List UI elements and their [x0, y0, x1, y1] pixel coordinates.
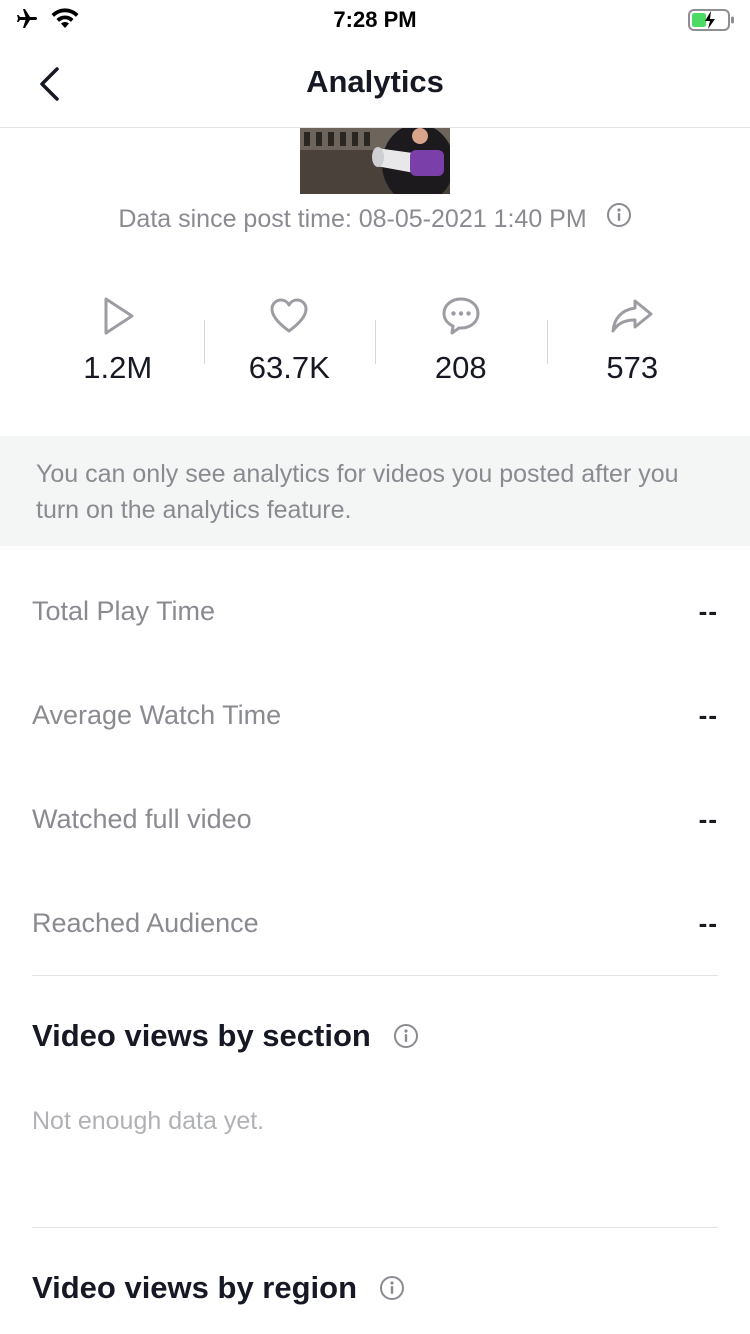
stat-value: 1.2M: [83, 350, 153, 385]
status-bar: 7:28 PM: [0, 0, 750, 40]
comment-icon: [440, 292, 482, 340]
metric-total-play-time: Total Play Time --: [32, 591, 718, 631]
stat-value: 63.7K: [248, 350, 330, 385]
info-icon[interactable]: [393, 1023, 419, 1049]
metric-value: --: [698, 699, 718, 730]
stat-likes: 63.7K: [203, 292, 376, 392]
play-icon: [98, 292, 138, 340]
share-icon: [609, 292, 655, 340]
video-thumbnail[interactable]: [300, 128, 450, 194]
nav-bar: Analytics: [0, 40, 750, 128]
stat-comments: 208: [375, 292, 547, 392]
metric-label: Total Play Time: [32, 595, 216, 626]
stat-value: 573: [606, 350, 659, 385]
section-title-by-section: Video views by section: [32, 1018, 419, 1054]
metric-value: --: [698, 595, 718, 626]
heart-icon: [268, 292, 310, 340]
data-since-text: Data since post time: 08-05-2021 1:40 PM: [118, 205, 587, 233]
stats-row: 1.2M 63.7K 208 573: [32, 292, 718, 392]
metric-label: Watched full video: [32, 803, 252, 834]
stat-shares: 573: [546, 292, 719, 392]
metric-watched-full-video: Watched full video --: [32, 799, 718, 839]
metric-value: --: [698, 907, 718, 938]
status-time: 7:28 PM: [333, 7, 417, 32]
battery-icon: [688, 8, 736, 37]
divider: [32, 1227, 718, 1228]
section-title-by-region: Video views by region: [32, 1270, 405, 1306]
divider: [32, 975, 718, 976]
info-icon[interactable]: [379, 1275, 405, 1301]
stat-value: 208: [434, 350, 487, 385]
section-title-text: Video views by section: [32, 1018, 371, 1053]
info-icon[interactable]: [606, 202, 632, 235]
stat-views: 1.2M: [32, 292, 204, 392]
data-since-row: Data since post time: 08-05-2021 1:40 PM: [0, 202, 750, 235]
empty-state-text: Not enough data yet.: [32, 1107, 265, 1135]
metric-label: Reached Audience: [32, 907, 259, 938]
metric-reached-audience: Reached Audience --: [32, 903, 718, 943]
analytics-notice-banner: You can only see analytics for videos yo…: [0, 436, 750, 546]
page-title: Analytics: [306, 64, 444, 99]
metric-value: --: [698, 803, 718, 834]
metric-average-watch-time: Average Watch Time --: [32, 695, 718, 735]
section-title-text: Video views by region: [32, 1270, 358, 1305]
metric-label: Average Watch Time: [32, 699, 282, 730]
